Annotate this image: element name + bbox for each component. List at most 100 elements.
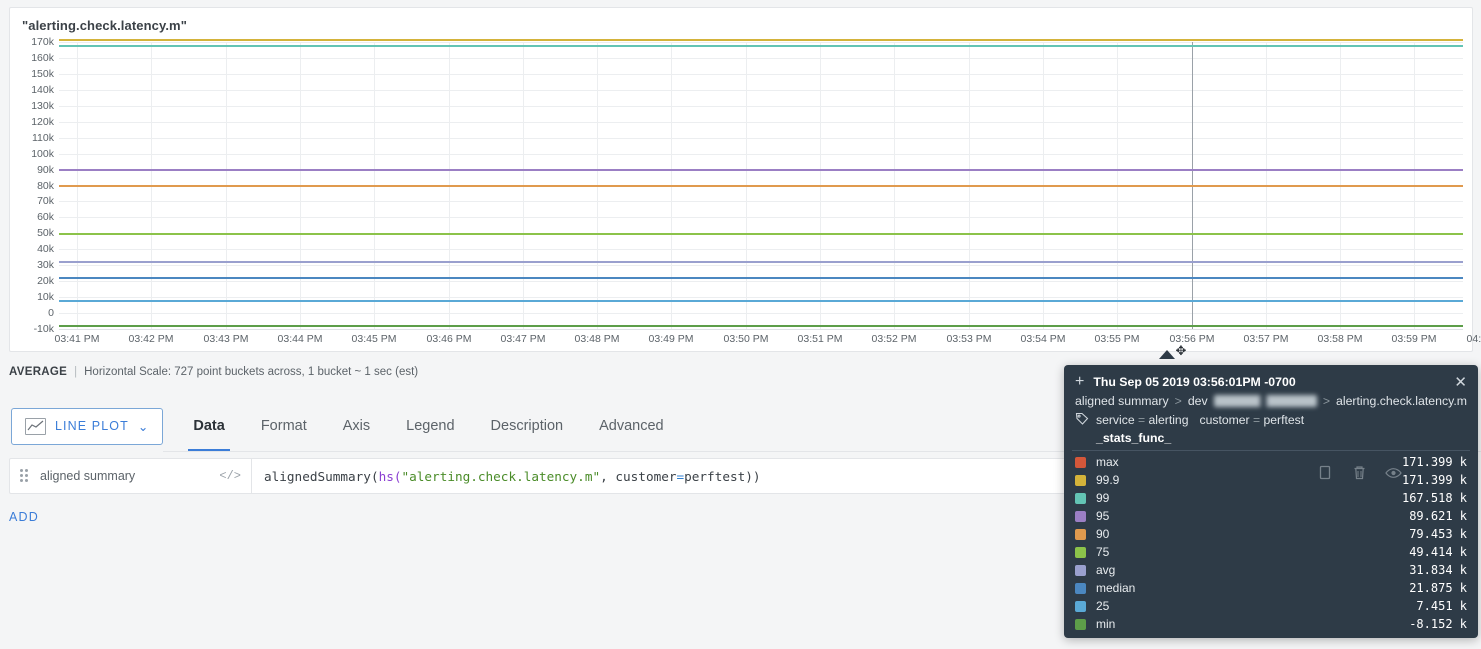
drag-handle-icon[interactable] [20, 469, 29, 483]
formula-name-cell[interactable]: aligned summary </> [10, 459, 252, 493]
gridline-horizontal [59, 89, 1463, 91]
gridline-horizontal [59, 42, 1463, 43]
tab-list: Data Format Axis Legend Description Advanced [175, 400, 681, 452]
y-axis-tick-label: 90k [37, 163, 54, 176]
tab-legend[interactable]: Legend [388, 400, 472, 452]
series-line-min [59, 325, 1463, 328]
tag-customer: customer = perftest [1199, 413, 1304, 427]
series-color-swatch[interactable] [1075, 564, 1086, 576]
series-color-swatch[interactable] [1075, 492, 1086, 504]
x-axis-baseline [59, 329, 1463, 330]
series-color-swatch[interactable] [1075, 528, 1086, 540]
tab-advanced[interactable]: Advanced [581, 400, 682, 452]
breadcrumb-item-3: alerting.check.latency.m [1336, 394, 1467, 408]
series-color-swatch[interactable] [1075, 600, 1086, 612]
tooltip-breadcrumb: aligned summary > dev > alerting.check.l… [1064, 393, 1478, 408]
x-axis-labels: 03:41 PM 03:42 PM 03:43 PM 03:44 PM 03:45 PM… [55, 333, 1481, 351]
series-line-99 [59, 44, 1463, 47]
x-axis-tick-label: 03:46 PM [426, 333, 472, 345]
tooltip-series-row[interactable]: 90 79.453 k [1064, 525, 1478, 543]
formula-token-prefix: alignedSummary( [264, 468, 379, 484]
series-line-avg [59, 261, 1463, 264]
x-axis-tick-label: 04:00 PM [1466, 333, 1481, 345]
x-axis-tick-label: 03:49 PM [648, 333, 694, 345]
close-icon[interactable]: ✕ [1454, 375, 1467, 390]
subheader-separator: | [74, 366, 78, 378]
copy-icon[interactable] [1319, 465, 1334, 485]
series-color-swatch[interactable] [1075, 618, 1086, 630]
series-name: 95 [1096, 509, 1110, 523]
tooltip-series-row[interactable]: median 21.875 k [1064, 579, 1478, 597]
gridline-horizontal [59, 105, 1463, 107]
series-line-99.9 [59, 38, 1463, 41]
series-color-swatch[interactable] [1075, 546, 1086, 558]
series-line-median [59, 277, 1463, 280]
y-axis-tick-label: 110k [32, 131, 54, 144]
series-color-swatch[interactable] [1075, 582, 1086, 594]
formula-token-equals: = [676, 468, 685, 484]
y-axis-tick-label: 140k [31, 83, 54, 96]
gridline-horizontal [59, 201, 1463, 203]
series-name: 90 [1096, 527, 1110, 541]
series-value: 21.875 k [1409, 581, 1467, 595]
tooltip-caret [1159, 350, 1175, 359]
tooltip-series-row[interactable]: min -8.152 k [1064, 615, 1478, 633]
series-value: 49.414 k [1409, 545, 1467, 559]
tooltip-series-row[interactable]: 99.9 171.399 k [1064, 471, 1478, 489]
gridline-horizontal [59, 281, 1463, 283]
plot-area[interactable] [59, 38, 1463, 330]
formula-token-paren: ( [393, 468, 402, 484]
tab-description[interactable]: Description [473, 400, 582, 452]
y-axis-tick-label: -10k [33, 323, 54, 335]
series-color-swatch[interactable] [1075, 474, 1086, 486]
visibility-icon[interactable] [1385, 467, 1402, 483]
gridline-horizontal [59, 121, 1463, 123]
tooltip-series-row[interactable]: 99 167.518 k [1064, 489, 1478, 507]
series-color-swatch[interactable] [1075, 510, 1086, 522]
x-axis-tick-label: 03:45 PM [351, 333, 397, 345]
x-axis-tick-label: 03:52 PM [871, 333, 917, 345]
horizontal-scale-text: Horizontal Scale: 727 point buckets acro… [84, 366, 419, 378]
tooltip-series-row[interactable]: 75 49.414 k [1064, 543, 1478, 561]
y-axis-tick-label: 50k [37, 227, 54, 240]
move-cursor-pointer: ✥ [1175, 343, 1187, 358]
y-axis-tick-label: 160k [31, 51, 54, 64]
plot-type-label: LINE PLOT [55, 419, 129, 433]
gridline-horizontal [59, 217, 1463, 219]
formula-token-comma: , [600, 468, 616, 484]
code-toggle-icon[interactable]: </> [219, 469, 241, 483]
tooltip-series-row[interactable]: 25 7.451 k [1064, 597, 1478, 615]
tab-axis[interactable]: Axis [325, 400, 388, 452]
gridline-horizontal [59, 57, 1463, 59]
plus-icon[interactable]: + [1075, 374, 1084, 390]
tooltip-timestamp: Thu Sep 05 2019 03:56:01PM -0700 [1093, 375, 1296, 389]
add-query-button[interactable]: ADD [9, 510, 39, 524]
gridline-horizontal [59, 297, 1463, 299]
formula-token-string: "alerting.check.latency.m" [401, 468, 601, 484]
y-axis-tick-label: 70k [37, 195, 54, 208]
series-color-swatch[interactable] [1075, 456, 1086, 468]
tag-key: customer [1199, 413, 1250, 427]
plot-type-dropdown-button[interactable]: LINE PLOT ⌄ [11, 407, 164, 445]
tooltip-series-list: max 171.399 k 99.9 171.399 k 99 167.518 k 95 89… [1064, 451, 1478, 633]
x-axis-tick-label: 03:50 PM [723, 333, 769, 345]
line-plot-icon [25, 417, 46, 435]
tab-format[interactable]: Format [243, 400, 325, 452]
formula-token-param: customer [615, 468, 677, 484]
formula-token-suffix: )) [745, 468, 761, 484]
delete-icon[interactable] [1352, 465, 1367, 485]
series-value: -8.152 k [1409, 617, 1467, 631]
gridline-horizontal [59, 137, 1463, 139]
y-axis-tick-label: 130k [31, 99, 54, 112]
x-axis-tick-label: 03:47 PM [500, 333, 546, 345]
x-axis-tick-label: 03:54 PM [1020, 333, 1066, 345]
series-value: 171.399 k [1401, 473, 1467, 487]
tooltip-series-row[interactable]: max 171.399 k [1064, 453, 1478, 471]
tooltip-series-row[interactable]: 95 89.621 k [1064, 507, 1478, 525]
series-name: 25 [1096, 599, 1110, 613]
tooltip-series-row[interactable]: avg 31.834 k [1064, 561, 1478, 579]
tab-data[interactable]: Data [175, 400, 242, 452]
formula-name-label: aligned summary [40, 469, 136, 483]
formula-token-fn: hs [378, 468, 394, 484]
series-value: 89.621 k [1409, 509, 1467, 523]
